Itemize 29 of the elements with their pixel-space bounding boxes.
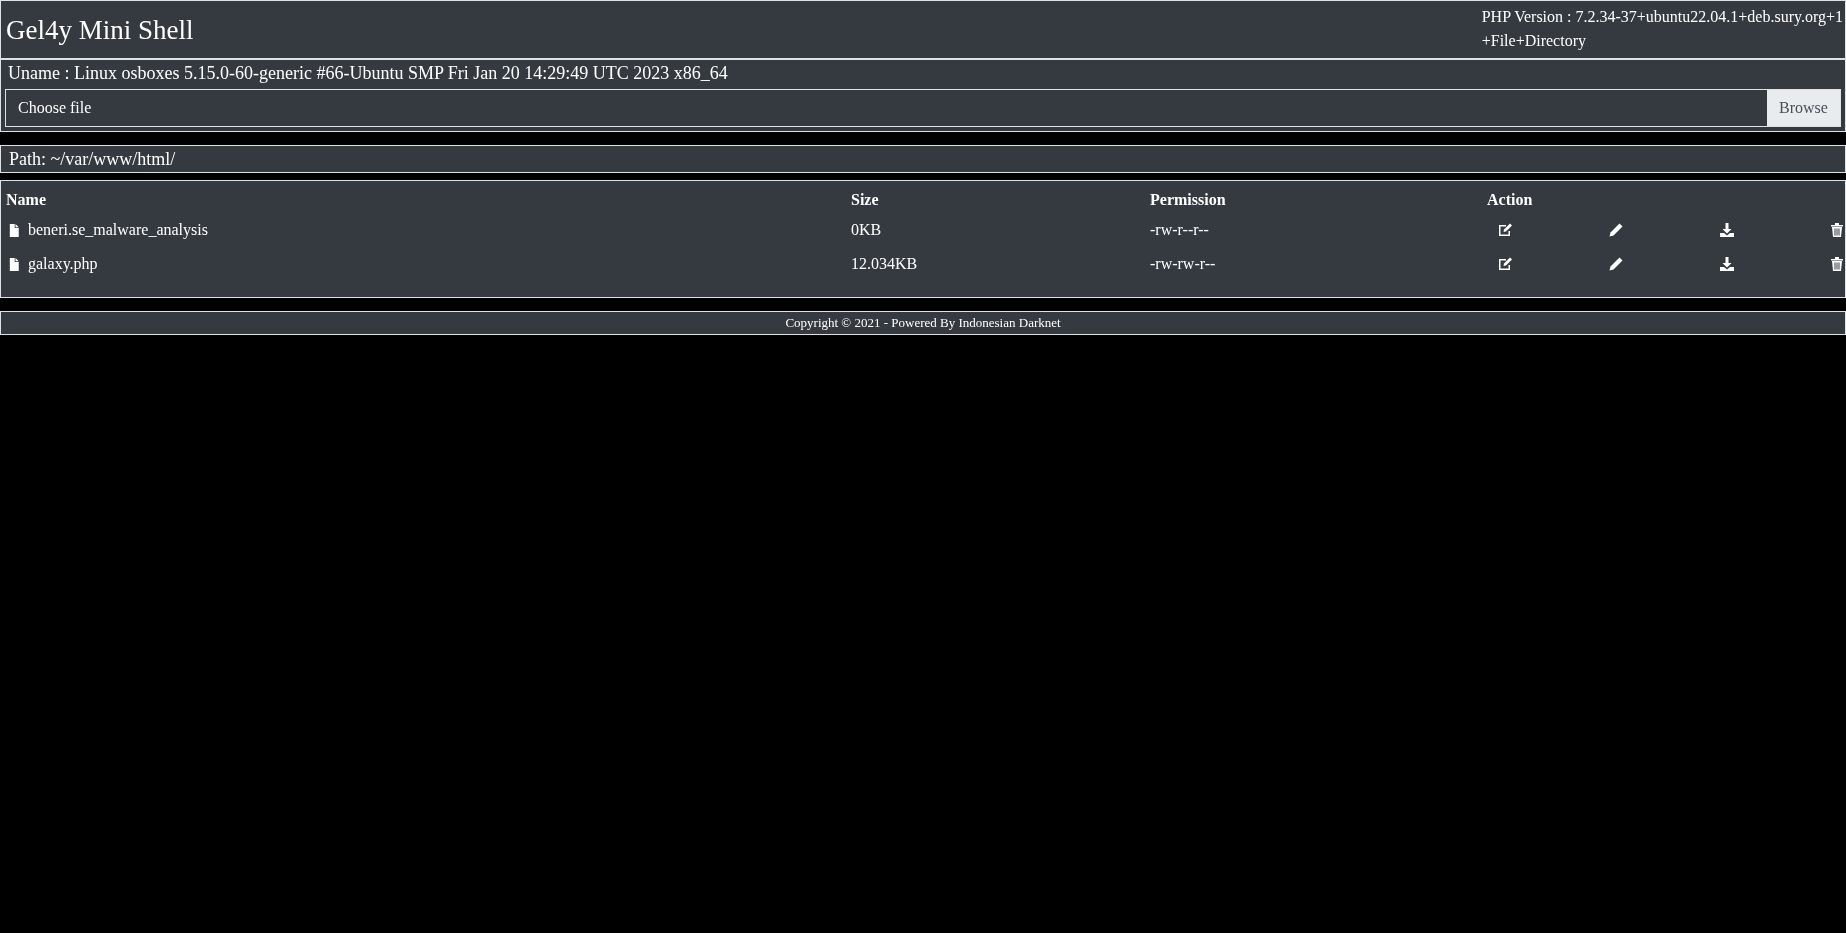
- column-header: Permission: [1150, 190, 1227, 210]
- download-icon[interactable]: [1719, 222, 1735, 238]
- column-header: Size: [851, 190, 880, 210]
- download-icon[interactable]: [1719, 256, 1735, 272]
- create-link[interactable]: +Directory: [1515, 32, 1586, 49]
- filename-link[interactable]: beneri.se_malware_analysis: [28, 221, 208, 239]
- pencil-icon[interactable]: [1608, 256, 1624, 272]
- file-icon: [9, 255, 22, 273]
- php-version: PHP Version : 7.2.34-37+ubuntu22.04.1+deb.sury.org+1: [1481, 8, 1843, 25]
- size-cell-text: 0KB: [851, 220, 883, 240]
- permission-cell-text: -rw-r--r--: [1150, 220, 1210, 240]
- edit-icon[interactable]: [1497, 256, 1513, 272]
- filename-link[interactable]: galaxy.php: [28, 255, 98, 273]
- app-title: Gel4y Mini Shell: [6, 15, 194, 46]
- column-header: Action: [1487, 190, 1534, 210]
- size-cell-text: 12.034KB: [851, 254, 919, 274]
- trash-icon[interactable]: [1829, 222, 1845, 238]
- file-icon: [9, 221, 22, 239]
- edit-icon[interactable]: [1497, 222, 1513, 238]
- permission-cell-text: -rw-rw-r--: [1150, 254, 1217, 274]
- trash-icon[interactable]: [1829, 256, 1845, 272]
- column-header: Name: [6, 190, 47, 210]
- path-text: Path: ~/var/www/html/: [9, 149, 176, 169]
- browse-button[interactable]: Browse: [1767, 90, 1840, 126]
- pencil-icon[interactable]: [1608, 222, 1624, 238]
- copyright-text: Copyright © 2021 - Powered By Indonesian Darknet: [785, 315, 1061, 330]
- create-link[interactable]: +File: [1481, 32, 1516, 49]
- uname-text: Uname : Linux osboxes 5.15.0-60-generic #66-Ubuntu SMP Fri Jan 20 14:29:49 UTC 2023 x86_64: [8, 63, 728, 84]
- file-upload-field[interactable]: Choose file Browse: [5, 89, 1841, 127]
